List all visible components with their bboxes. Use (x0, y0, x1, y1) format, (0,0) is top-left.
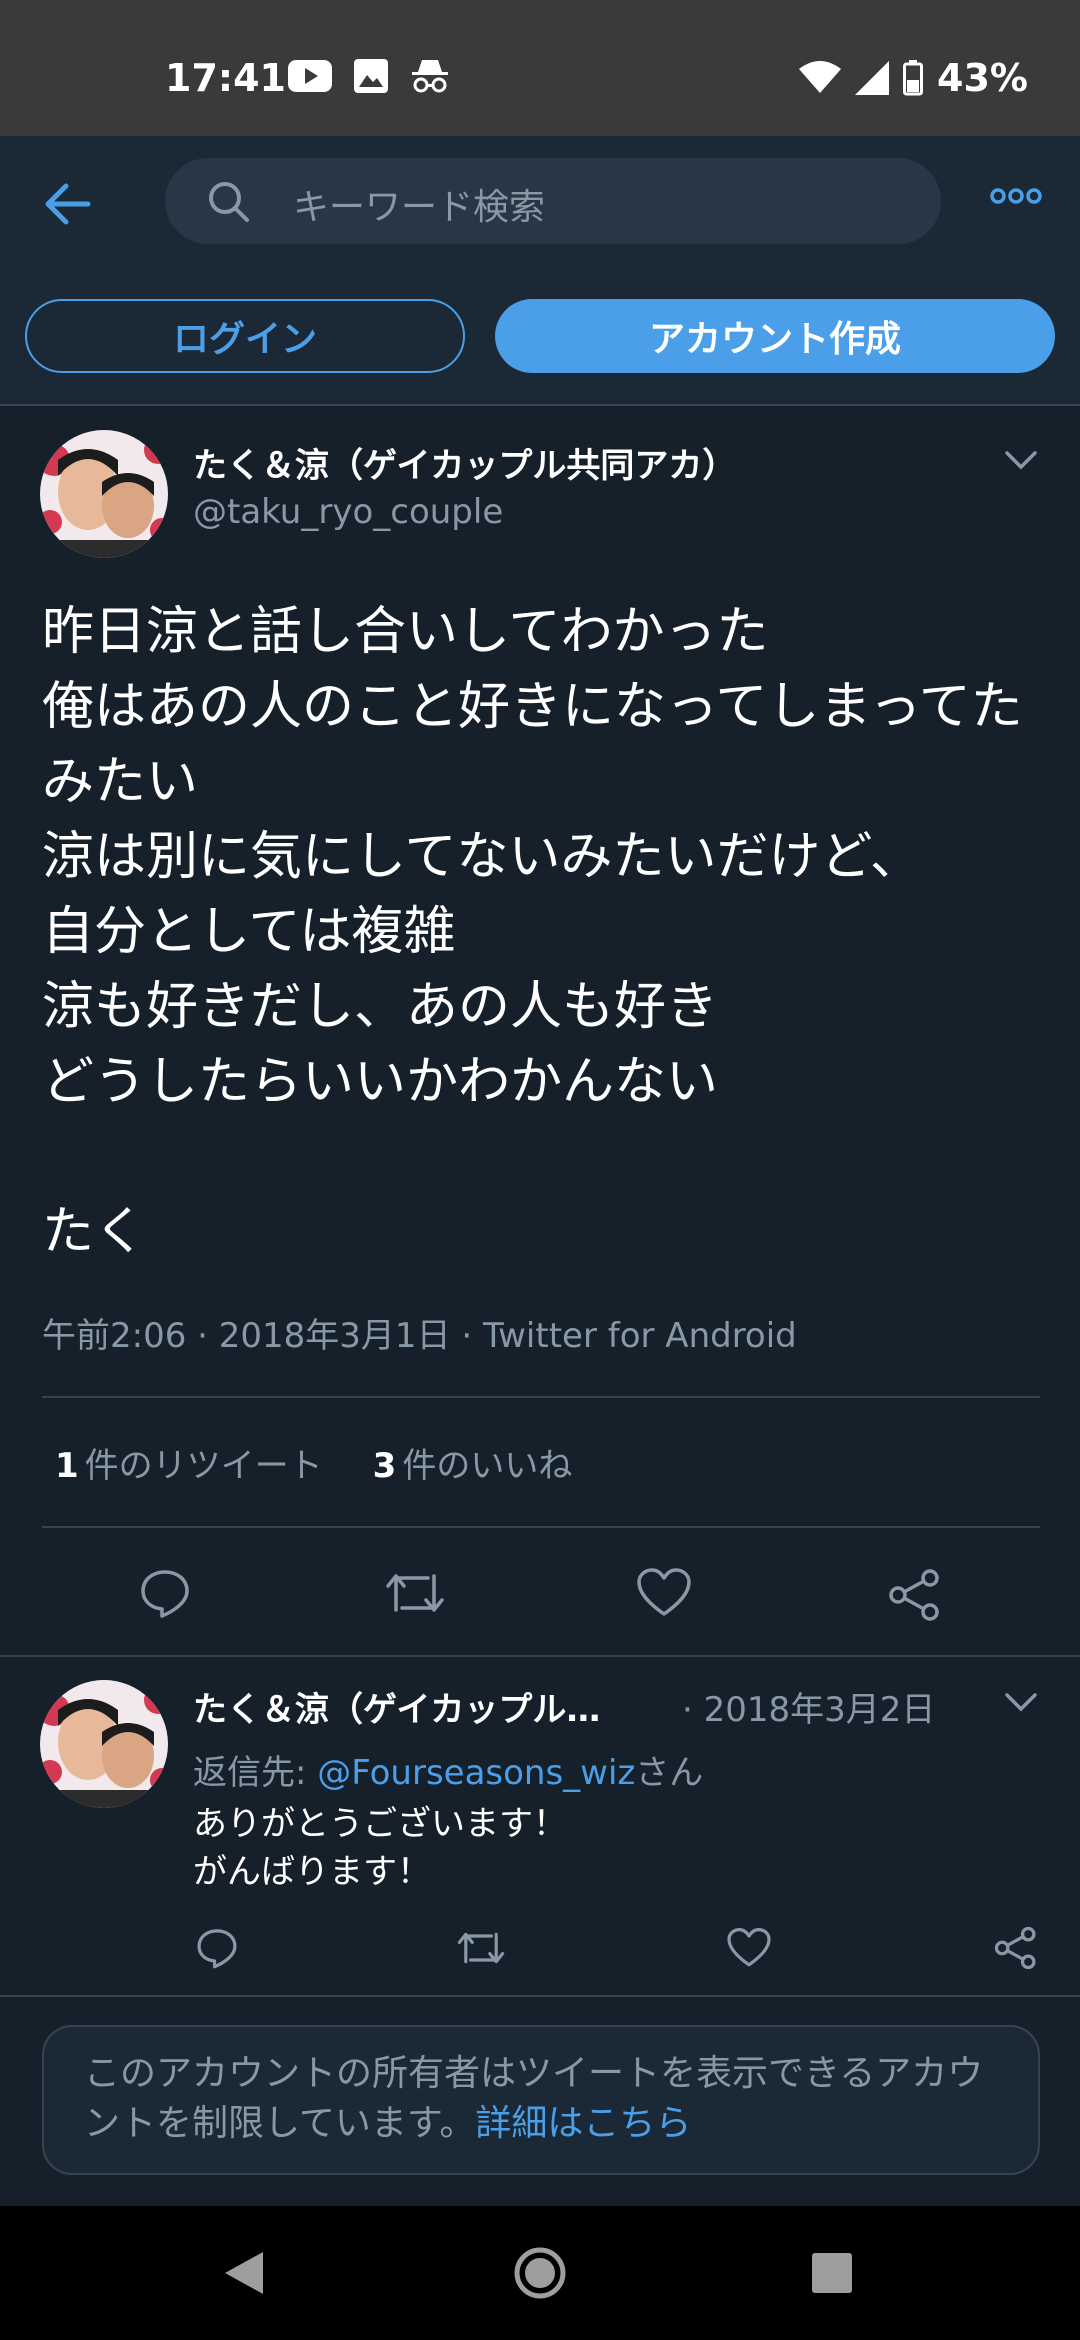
divider (0, 1995, 1080, 1997)
avatar-photo (40, 430, 168, 558)
nav-home-button[interactable] (480, 2206, 600, 2340)
nav-recents-button[interactable] (772, 2206, 892, 2340)
battery-percent: 43% (937, 56, 1028, 100)
learn-more-link[interactable]: 詳細はこちら (475, 2103, 691, 2144)
reply-author-name[interactable]: たく＆涼（ゲイカップル… (193, 1682, 600, 1731)
signal-icon (855, 61, 890, 95)
reply-text: ありがとうございます！ がんばります！ (193, 1804, 567, 1892)
status-system-icons: 43% (799, 56, 1028, 100)
triangle-back-icon (225, 2252, 263, 2294)
status-time: 17:41 (165, 56, 286, 100)
reply-to-suffix: さん (635, 1753, 704, 1793)
top-app-bar: キーワード検索 (0, 136, 1080, 272)
circle-home-icon (514, 2247, 566, 2299)
retweet-stat[interactable]: 1 件のリツイート (55, 1438, 323, 1487)
signup-button[interactable]: アカウント作成 (495, 299, 1055, 373)
tweet-action-bar (0, 1560, 1080, 1630)
system-nav-bar (0, 2206, 1080, 2340)
chevron-down-icon[interactable] (1004, 1692, 1038, 1712)
login-button[interactable]: ログイン (25, 299, 465, 373)
heart-icon[interactable] (636, 1568, 692, 1618)
tweet-text: 昨日涼と話し合いしてわかった 俺はあの人のこと好きになってしまってたみたい 涼は… (42, 602, 1023, 1262)
search-placeholder: キーワード検索 (293, 187, 546, 228)
tweet-author-handle[interactable]: @taku_ryo_couple (193, 492, 503, 532)
retweet-label: 件のリツイート (84, 1446, 323, 1486)
square-recents-icon (812, 2253, 852, 2293)
incognito-icon (412, 60, 448, 93)
back-arrow-icon[interactable] (40, 176, 96, 232)
status-notification-icons (288, 58, 450, 94)
tweet-author-name[interactable]: たく＆涼（ゲイカップル共同アカ） (193, 438, 736, 487)
wifi-icon (799, 61, 842, 93)
retweet-count: 1 (55, 1446, 79, 1486)
like-stat[interactable]: 3 件のいいね (373, 1438, 573, 1487)
like-label: 件のいいね (402, 1446, 573, 1486)
divider (42, 1396, 1040, 1398)
reply-date: · 2018年3月2日 (682, 1690, 936, 1730)
reply-action-bar (0, 1920, 1080, 1976)
reply-icon[interactable] (195, 1926, 239, 1970)
battery-icon (903, 60, 924, 96)
reply-icon[interactable] (138, 1566, 192, 1620)
heart-icon[interactable] (726, 1928, 772, 1968)
avatar[interactable] (40, 1680, 168, 1808)
auth-bar: ログイン アカウント作成 (0, 272, 1080, 406)
search-input[interactable]: キーワード検索 (165, 158, 941, 244)
avatar-photo (40, 1680, 168, 1808)
reply-to-prefix: 返信先: (193, 1753, 318, 1793)
share-icon[interactable] (888, 1568, 942, 1622)
avatar[interactable] (40, 430, 168, 558)
tweet-stats: 1 件のリツイート 3 件のいいね (55, 1438, 572, 1487)
reply-to: 返信先: @Fourseasons_wizさん (193, 1745, 703, 1794)
divider (42, 1526, 1040, 1528)
youtube-icon (288, 60, 332, 92)
retweet-icon[interactable] (456, 1928, 506, 1968)
search-icon (209, 182, 249, 222)
status-bar: 17:41 43% (0, 0, 1080, 136)
restricted-account-notice: このアカウントの所有者はツイートを表示できるアカウントを制限しています。詳細はこ… (42, 2025, 1040, 2175)
share-icon[interactable] (994, 1926, 1038, 1970)
retweet-icon[interactable] (384, 1568, 446, 1618)
chevron-down-icon[interactable] (1004, 450, 1038, 470)
tweet-meta: 午前2:06 · 2018年3月1日 · Twitter for Android (42, 1316, 797, 1356)
like-count: 3 (372, 1446, 397, 1486)
divider (0, 1655, 1080, 1657)
image-icon (354, 59, 388, 93)
nav-back-button[interactable] (184, 2206, 304, 2340)
more-options-icon[interactable] (990, 186, 1042, 206)
reply-to-handle[interactable]: @Fourseasons_wiz (317, 1753, 635, 1793)
